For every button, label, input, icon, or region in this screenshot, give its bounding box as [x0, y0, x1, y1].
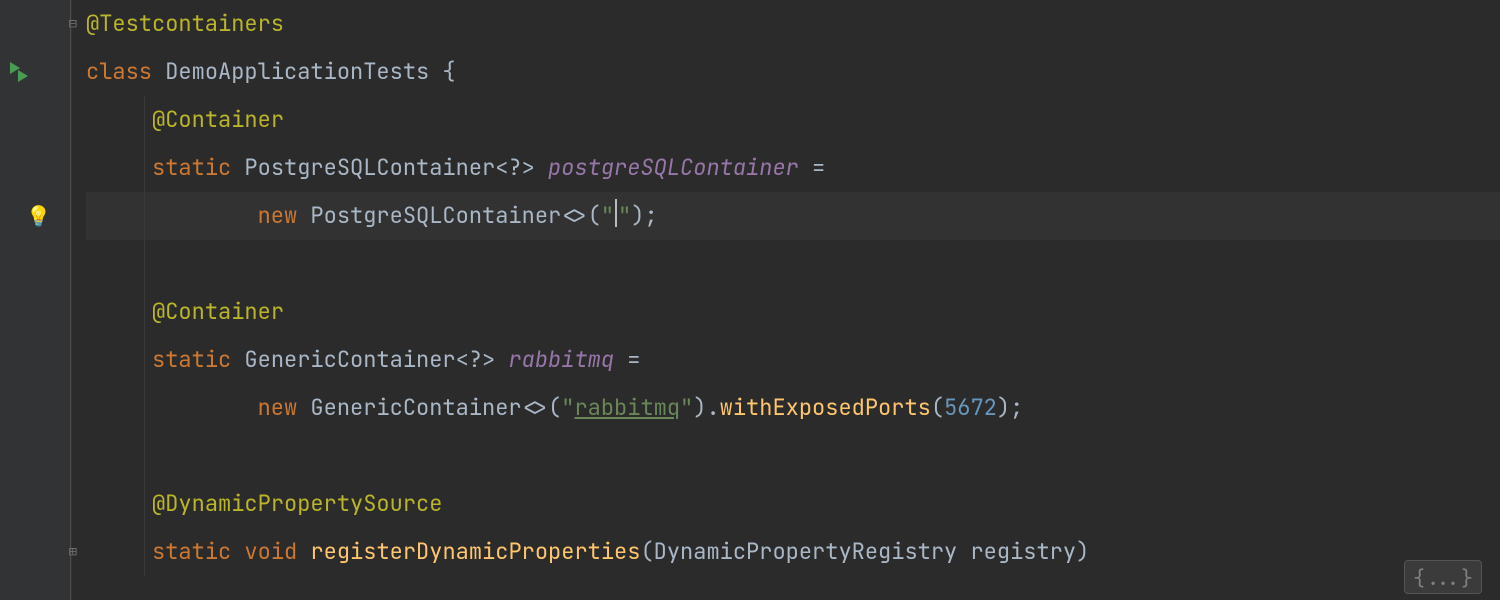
keyword-token: void	[244, 537, 297, 566]
code-editor[interactable]: @Testcontainers class DemoApplicationTes…	[72, 0, 1500, 600]
code-line[interactable]	[86, 432, 1500, 480]
field-token: postgreSQLContainer	[548, 153, 799, 182]
keyword-token: static	[152, 153, 231, 182]
code-line[interactable]: @Testcontainers	[86, 0, 1500, 48]
keyword-token: new	[258, 201, 298, 230]
generic-token: <?>	[456, 345, 496, 374]
paren-token: (	[640, 537, 653, 566]
code-line[interactable]: static PostgreSQLContainer<?> postgreSQL…	[86, 144, 1500, 192]
type-token: GenericContainer	[244, 345, 455, 374]
string-token: rabbitmq	[574, 393, 680, 422]
paren-token: );	[997, 393, 1023, 422]
brace-token: {	[429, 57, 455, 86]
annotation-token: @Testcontainers	[86, 9, 284, 38]
string-token: "	[680, 393, 693, 422]
number-token: 5672	[944, 393, 997, 422]
class-name-token: DemoApplicationTests	[165, 57, 429, 86]
keyword-token: static	[152, 345, 231, 374]
type-token: GenericContainer	[310, 393, 521, 422]
assign-token: =	[614, 345, 640, 374]
annotation-token: @Container	[152, 105, 284, 134]
dot-token: .	[706, 393, 719, 422]
string-token: "	[601, 201, 614, 230]
keyword-token: new	[258, 393, 298, 422]
annotation-token: @DynamicPropertySource	[152, 489, 442, 518]
code-line-active[interactable]: new PostgreSQLContainer<>("");	[86, 192, 1500, 240]
caret	[615, 199, 617, 227]
paren-token: );	[631, 201, 657, 230]
method-token: registerDynamicProperties	[310, 537, 640, 566]
code-line[interactable]: class DemoApplicationTests {	[86, 48, 1500, 96]
code-line[interactable]	[86, 240, 1500, 288]
assign-token: =	[799, 153, 825, 182]
method-token: withExposedPorts	[720, 393, 931, 422]
annotation-token: @Container	[152, 297, 284, 326]
intention-bulb-icon[interactable]: 💡	[26, 192, 51, 240]
string-token: "	[618, 201, 631, 230]
generic-token: <?>	[495, 153, 535, 182]
type-token: DynamicPropertyRegistry	[654, 537, 958, 566]
folded-code-block[interactable]: {...}	[1404, 560, 1482, 594]
editor-gutter: ⊟ 💡 ⊞	[0, 0, 72, 600]
keyword-token: class	[86, 57, 152, 86]
param-token: registry	[970, 537, 1076, 566]
keyword-token: static	[152, 537, 231, 566]
code-line[interactable]: static void registerDynamicProperties(Dy…	[86, 528, 1500, 576]
run-tests-icon[interactable]	[8, 59, 34, 85]
string-token: "	[561, 393, 574, 422]
paren-token: (	[931, 393, 944, 422]
code-line[interactable]: static GenericContainer<?> rabbitmq =	[86, 336, 1500, 384]
generic-token: <>	[522, 393, 548, 422]
type-token: PostgreSQLContainer	[310, 201, 561, 230]
code-line[interactable]: @DynamicPropertySource	[86, 480, 1500, 528]
code-line[interactable]: @Container	[86, 96, 1500, 144]
type-token: PostgreSQLContainer	[244, 153, 495, 182]
code-line[interactable]: new GenericContainer<>("rabbitmq").withE…	[86, 384, 1500, 432]
generic-token: <>	[561, 201, 587, 230]
code-line[interactable]: @Container	[86, 288, 1500, 336]
paren-token: (	[588, 201, 601, 230]
paren-token: (	[548, 393, 561, 422]
field-token: rabbitmq	[508, 345, 614, 374]
